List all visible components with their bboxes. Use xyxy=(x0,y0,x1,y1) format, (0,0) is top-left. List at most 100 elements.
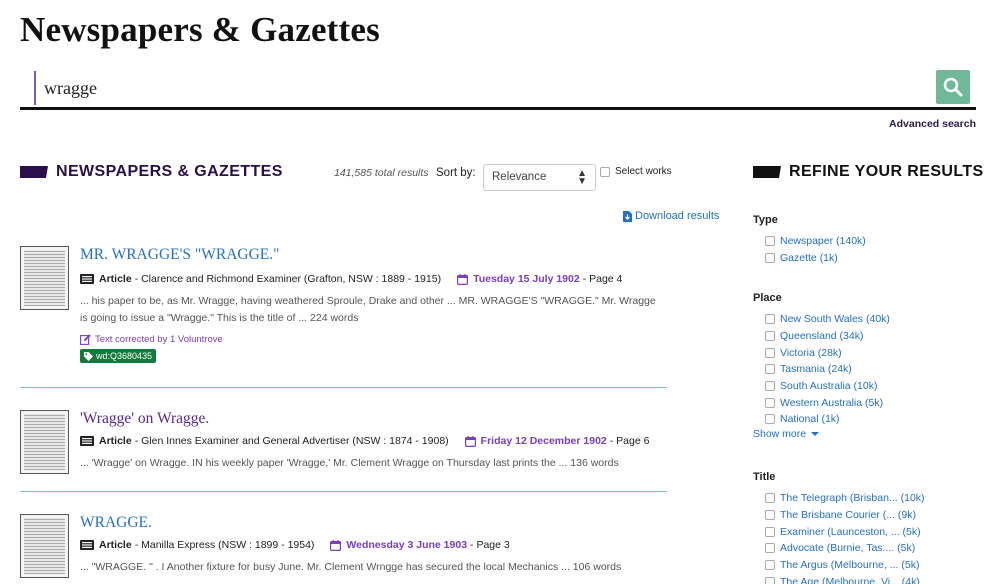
facet-option-label: New South Wales (40k) xyxy=(780,313,890,326)
facet-option-label: Newspaper (140k) xyxy=(780,235,866,248)
result-type: Article xyxy=(99,539,132,551)
facet-option-label: Victoria (28k) xyxy=(780,346,842,359)
result-page: - Page 6 xyxy=(609,435,650,447)
result-snippet-line: ... "WRAGGE. " . I Another fixture for b… xyxy=(80,561,622,573)
facet-option[interactable]: Queensland (34k) xyxy=(753,328,983,345)
facet-option[interactable]: Victoria (28k) xyxy=(753,344,983,361)
calendar-icon xyxy=(330,539,342,551)
facet-checkbox[interactable] xyxy=(765,576,775,584)
result-thumbnail[interactable] xyxy=(20,410,69,474)
facet-checkbox[interactable] xyxy=(765,253,775,264)
facet-list: The Telegraph (Brisban... (10k) The Bris… xyxy=(753,490,983,584)
results-heading-label: NEWSPAPERS & GAZETTES xyxy=(56,163,283,180)
result-meta: Article - Clarence and Richmond Examiner… xyxy=(80,273,622,285)
advanced-search-link[interactable]: Advanced search xyxy=(889,118,976,130)
result-snippet-line: ... 'Wragge' on Wragge. IN his weekly pa… xyxy=(80,457,619,469)
facet-list: Newspaper (140k) Gazette (1k) xyxy=(753,233,983,266)
facet-option-label: Queensland (34k) xyxy=(780,330,864,343)
sort-label: Sort by: xyxy=(436,167,476,179)
facet-checkbox[interactable] xyxy=(765,414,775,424)
result-snippet-line: is going to issue a "Wragge." This is th… xyxy=(80,312,359,324)
facet-option[interactable]: The Argus (Melbourne, ... (5k) xyxy=(753,557,983,574)
facet-option-label: The Telegraph (Brisban... (10k) xyxy=(780,492,925,505)
search-bar xyxy=(20,68,976,110)
show-more-button[interactable]: Show more xyxy=(753,428,983,440)
result-snippet: ... "WRAGGE. " . I Another fixture for b… xyxy=(80,559,660,576)
facet-checkbox[interactable] xyxy=(765,347,775,358)
facet-option-label: Gazette (1k) xyxy=(780,252,838,265)
facet-checkbox[interactable] xyxy=(765,510,775,521)
result-divider xyxy=(20,387,667,388)
wikidata-tag[interactable]: wd:Q3680435 xyxy=(80,349,157,363)
facet-option[interactable]: Advocate (Burnie, Tas.... (5k) xyxy=(753,540,983,557)
facet-option[interactable]: The Brisbane Courier (... (9k) xyxy=(753,507,983,524)
result-date[interactable]: Tuesday 15 July 1902 xyxy=(473,273,580,285)
facet-checkbox[interactable] xyxy=(765,397,775,408)
result-source: - Manilla Express (NSW : 1899 - 1954) xyxy=(134,539,315,551)
facet-option[interactable]: Western Australia (5k) xyxy=(753,394,983,411)
facet-checkbox[interactable] xyxy=(765,314,775,325)
facet-option[interactable]: New South Wales (40k) xyxy=(753,311,983,328)
facet-checkbox[interactable] xyxy=(765,560,775,571)
result-source: - Glen Innes Examiner and General Advert… xyxy=(134,435,449,447)
facet-list: New South Wales (40k) Queensland (34k) V… xyxy=(753,311,983,424)
result-date-block: Tuesday 15 July 1902 - Page 4 xyxy=(457,273,622,285)
article-icon xyxy=(80,540,94,550)
result-title[interactable]: 'Wragge' on Wragge. xyxy=(80,410,209,428)
result-type: Article xyxy=(99,435,132,447)
facet-option[interactable]: National (1k) xyxy=(753,411,983,424)
result-meta: Article - Manilla Express (NSW : 1899 - … xyxy=(80,539,510,551)
facet-option-label: Advocate (Burnie, Tas.... (5k) xyxy=(780,542,916,555)
result-date[interactable]: Wednesday 3 June 1903 xyxy=(346,539,467,551)
results-heading: NEWSPAPERS & GAZETTES xyxy=(20,163,283,181)
search-button[interactable] xyxy=(936,70,970,104)
result-thumbnail[interactable] xyxy=(20,514,69,578)
result-item: MR. WRAGGE'S "WRAGGE." Article - Clarenc… xyxy=(20,246,667,366)
facet-option[interactable]: Examiner (Launceston, ... (5k) xyxy=(753,523,983,540)
facet-checkbox[interactable] xyxy=(765,364,775,375)
result-thumbnail[interactable] xyxy=(20,246,69,310)
text-corrected-label: Text corrected by 1 Voluntrove xyxy=(95,334,223,345)
text-corrected-link[interactable]: Text corrected by 1 Voluntrove xyxy=(80,334,223,345)
search-icon xyxy=(943,77,963,97)
heading-flag-icon xyxy=(753,166,781,178)
facet-option[interactable]: The Telegraph (Brisban... (10k) xyxy=(753,490,983,507)
result-page: - Page 4 xyxy=(582,273,623,285)
facet-place: Place New South Wales (40k) Queensland (… xyxy=(753,292,983,440)
facet-checkbox[interactable] xyxy=(765,543,775,554)
total-results: 141,585 total results xyxy=(334,167,429,179)
search-input[interactable] xyxy=(34,71,914,105)
facet-checkbox[interactable] xyxy=(765,493,775,504)
facet-checkbox[interactable] xyxy=(765,381,775,392)
facet-option-label: South Australia (10k) xyxy=(780,380,878,393)
select-works-toggle[interactable]: Select works xyxy=(600,166,672,177)
result-page: - Page 3 xyxy=(470,539,510,551)
facet-checkbox[interactable] xyxy=(765,236,775,247)
facet-option[interactable]: Newspaper (140k) xyxy=(753,233,983,250)
sort-select-value: Relevance xyxy=(492,171,547,183)
wikidata-tag-label: wd:Q3680435 xyxy=(96,351,153,361)
result-title[interactable]: WRAGGE. xyxy=(80,514,152,532)
result-date[interactable]: Friday 12 December 1902 xyxy=(481,435,607,447)
download-results-link[interactable]: Download results xyxy=(623,210,719,222)
facet-option[interactable]: The Age (Melbourne, Vi... (4k) xyxy=(753,573,983,584)
facet-title: Place xyxy=(753,292,782,304)
select-works-checkbox[interactable] xyxy=(600,166,610,177)
facet-checkbox[interactable] xyxy=(765,526,775,537)
facet-checkbox[interactable] xyxy=(765,331,775,342)
facet-option[interactable]: Tasmania (24k) xyxy=(753,361,983,378)
result-date-block: Friday 12 December 1902 - Page 6 xyxy=(464,435,650,447)
facet-option[interactable]: Gazette (1k) xyxy=(753,250,983,267)
result-item: WRAGGE. Article - Manilla Express (NSW :… xyxy=(20,514,667,584)
facet-option-label: The Age (Melbourne, Vi... (4k) xyxy=(780,575,920,584)
result-source: - Clarence and Richmond Examiner (Grafto… xyxy=(134,273,442,285)
facet-option-label: Examiner (Launceston, ... (5k) xyxy=(780,525,921,538)
sort-select[interactable]: Relevance ▲ ▼ xyxy=(483,164,596,191)
result-snippet: ... 'Wragge' on Wragge. IN his weekly pa… xyxy=(80,455,660,472)
result-type: Article xyxy=(99,273,132,285)
facet-option-label: Western Australia (5k) xyxy=(780,396,884,409)
download-results-label: Download results xyxy=(635,210,720,222)
result-title[interactable]: MR. WRAGGE'S "WRAGGE." xyxy=(80,246,279,264)
sort-caret-icon: ▲ ▼ xyxy=(577,168,587,187)
facet-option[interactable]: South Australia (10k) xyxy=(753,378,983,395)
